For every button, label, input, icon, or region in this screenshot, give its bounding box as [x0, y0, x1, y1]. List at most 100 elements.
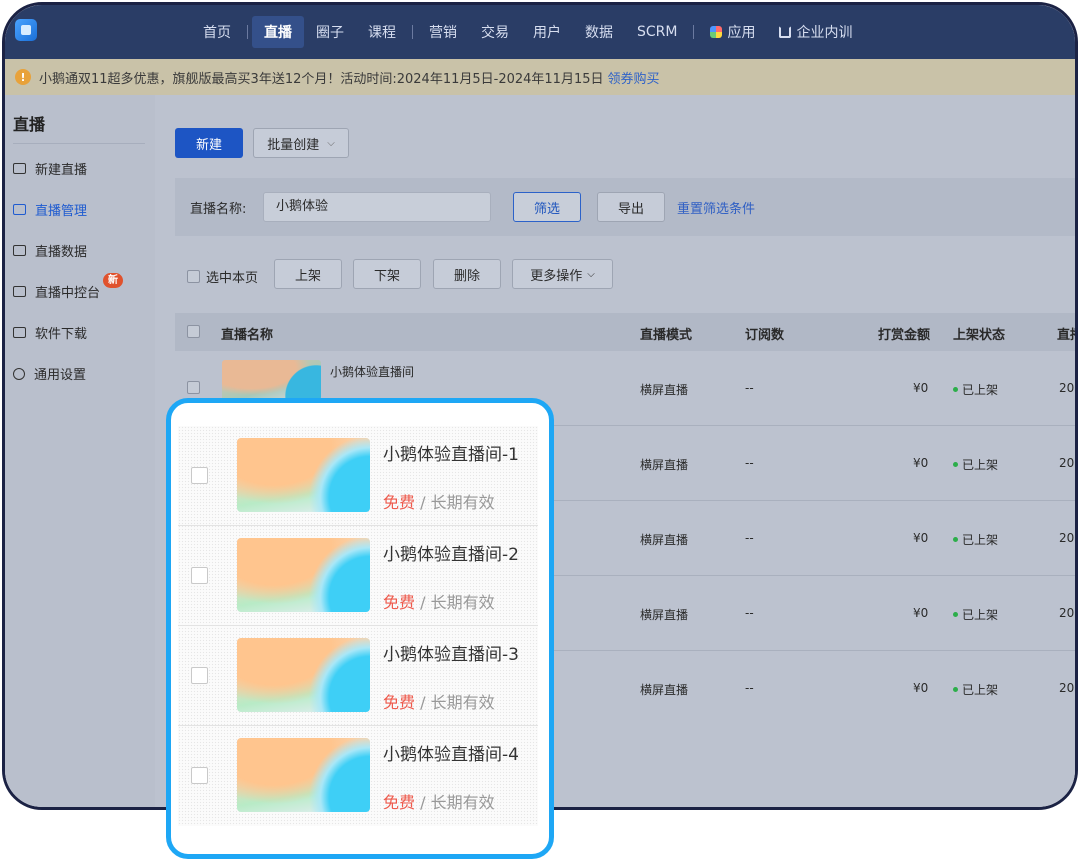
nav-data[interactable]: 数据	[573, 16, 625, 48]
row-status: 已上架	[953, 456, 998, 473]
row-amount: ¥0	[913, 681, 929, 695]
sidebar-item-live-manage[interactable]: 直播管理	[5, 189, 155, 230]
nav-marketing[interactable]: 营销	[417, 16, 469, 48]
logo-icon[interactable]	[15, 19, 37, 41]
sidebar-item-console[interactable]: 直播中控台 新	[5, 271, 155, 312]
item-title[interactable]: 小鹅体验直播间-3	[383, 640, 519, 665]
row-checkbox[interactable]	[187, 381, 200, 394]
row-status: 已上架	[953, 531, 998, 548]
nav-scrm[interactable]: SCRM	[625, 18, 689, 46]
notice-text: 小鹅通双11超多优惠，旗舰版最高买3年送12个月！活动时间:2024年11月5日…	[39, 71, 604, 87]
item-price: 免费 / 长期有效	[383, 489, 495, 513]
sidebar-title: 直播	[13, 115, 46, 134]
row-amount: ¥0	[913, 381, 929, 395]
nav-training[interactable]: 企业内训	[767, 16, 864, 48]
coupon-link[interactable]: 领券购买	[608, 68, 660, 87]
zoom-list: 小鹅体验直播间-1 免费 / 长期有效 小鹅体验直播间-2 免费 / 长期有效 …	[178, 426, 538, 826]
zoom-callout: 小鹅体验直播间-1 免费 / 长期有效 小鹅体验直播间-2 免费 / 长期有效 …	[166, 398, 554, 859]
filter-button[interactable]: 筛选	[513, 192, 581, 222]
row-subs: --	[745, 606, 754, 620]
price-free: 免费	[383, 493, 416, 512]
nav-home[interactable]: 首页	[191, 16, 243, 48]
export-button[interactable]: 导出	[597, 192, 665, 222]
row-amount: ¥0	[913, 456, 929, 470]
list-item[interactable]: 小鹅体验直播间-1 免费 / 长期有效	[178, 426, 538, 526]
reset-filter-link[interactable]: 重置筛选条件	[677, 198, 755, 217]
sidebar-item-label: 直播中控台	[35, 286, 101, 301]
new-button[interactable]: 新建	[175, 128, 243, 158]
top-nav: 首页 直播 圈子 课程 营销 交易 用户 数据 SCRM 应用 企业内训	[5, 5, 1075, 59]
off-shelf-button[interactable]: 下架	[353, 259, 421, 289]
item-checkbox[interactable]	[191, 767, 208, 784]
nav-course[interactable]: 课程	[356, 16, 408, 48]
price-free: 免费	[383, 593, 416, 612]
sidebar-item-download[interactable]: 软件下载	[5, 312, 155, 353]
item-title[interactable]: 小鹅体验直播间-4	[383, 740, 519, 765]
select-page-checkbox[interactable]	[187, 270, 200, 283]
nav-trade[interactable]: 交易	[469, 16, 521, 48]
item-checkbox[interactable]	[191, 467, 208, 484]
list-item[interactable]: 小鹅体验直播间-3 免费 / 长期有效	[178, 626, 538, 726]
video-icon	[13, 163, 26, 174]
row-status: 已上架	[953, 681, 998, 698]
nav-circle[interactable]: 圈子	[304, 16, 356, 48]
status-dot	[953, 387, 958, 392]
download-icon	[13, 327, 26, 338]
warning-icon: !	[15, 69, 31, 85]
table-header: 直播名称 直播模式 订阅数 打赏金额 上架状态 直播	[175, 313, 1075, 351]
nav-users[interactable]: 用户	[521, 16, 573, 48]
item-title[interactable]: 小鹅体验直播间-2	[383, 540, 519, 565]
main-nav: 首页 直播 圈子 课程 营销 交易 用户 数据 SCRM 应用 企业内训	[191, 5, 864, 59]
row-mode: 横屏直播	[640, 383, 689, 397]
name-filter-input[interactable]: 小鹅体验	[263, 192, 491, 222]
col-time: 直播	[1057, 328, 1075, 343]
item-checkbox[interactable]	[191, 667, 208, 684]
row-status-label: 已上架	[962, 458, 999, 472]
list-item[interactable]: 小鹅体验直播间-2 免费 / 长期有效	[178, 526, 538, 626]
col-status: 上架状态	[953, 328, 1006, 343]
sidebar-item-label: 直播管理	[35, 204, 88, 219]
status-dot	[953, 462, 958, 467]
status-dot	[953, 612, 958, 617]
more-actions-button[interactable]: 更多操作 ⌵	[512, 259, 613, 289]
item-title[interactable]: 小鹅体验直播间-1	[383, 440, 519, 465]
item-price: 免费 / 长期有效	[383, 589, 495, 613]
sidebar-item-settings[interactable]: 通用设置	[5, 353, 155, 394]
row-title[interactable]: 小鹅体验直播间	[330, 363, 414, 380]
on-shelf-button[interactable]: 上架	[274, 259, 342, 289]
sidebar-item-label: 通用设置	[34, 368, 87, 383]
gear-icon	[13, 367, 25, 380]
row-subs: --	[745, 381, 754, 395]
select-all-checkbox[interactable]	[187, 325, 200, 338]
promo-notice: ! 小鹅通双11超多优惠，旗舰版最高买3年送12个月！活动时间:2024年11月…	[5, 59, 1075, 95]
new-badge: 新	[103, 273, 123, 288]
select-page-toggle[interactable]: 选中本页	[187, 267, 258, 286]
sidebar-item-live-data[interactable]: 直播数据	[5, 230, 155, 271]
row-time: 202	[1059, 531, 1075, 545]
row-status-label: 已上架	[962, 608, 999, 622]
batch-create-button[interactable]: 批量创建 ⌵	[253, 128, 349, 158]
row-mode: 横屏直播	[640, 458, 689, 472]
row-amount: ¥0	[913, 531, 929, 545]
nav-divider	[247, 25, 248, 39]
status-dot	[953, 537, 958, 542]
cover-thumbnail	[237, 738, 370, 812]
row-mode: 横屏直播	[640, 608, 689, 622]
chevron-down-icon: ⌵	[327, 137, 335, 149]
delete-button[interactable]: 删除	[433, 259, 501, 289]
select-page-label: 选中本页	[206, 271, 259, 286]
col-amount: 打赏金额	[878, 328, 931, 343]
row-status-label: 已上架	[962, 383, 999, 397]
chevron-down-icon: ⌵	[587, 268, 595, 280]
item-price: 免费 / 长期有效	[383, 689, 495, 713]
price-validity: / 长期有效	[420, 593, 495, 612]
nav-apps[interactable]: 应用	[698, 16, 767, 48]
row-mode: 横屏直播	[640, 683, 689, 697]
sidebar-item-new-live[interactable]: 新建直播	[5, 148, 155, 189]
nav-live[interactable]: 直播	[252, 16, 304, 48]
item-checkbox[interactable]	[191, 567, 208, 584]
row-time: 202	[1059, 456, 1075, 470]
list-item[interactable]: 小鹅体验直播间-4 免费 / 长期有效	[178, 726, 538, 826]
item-price: 免费 / 长期有效	[383, 789, 495, 813]
nav-training-label: 企业内训	[796, 25, 853, 41]
